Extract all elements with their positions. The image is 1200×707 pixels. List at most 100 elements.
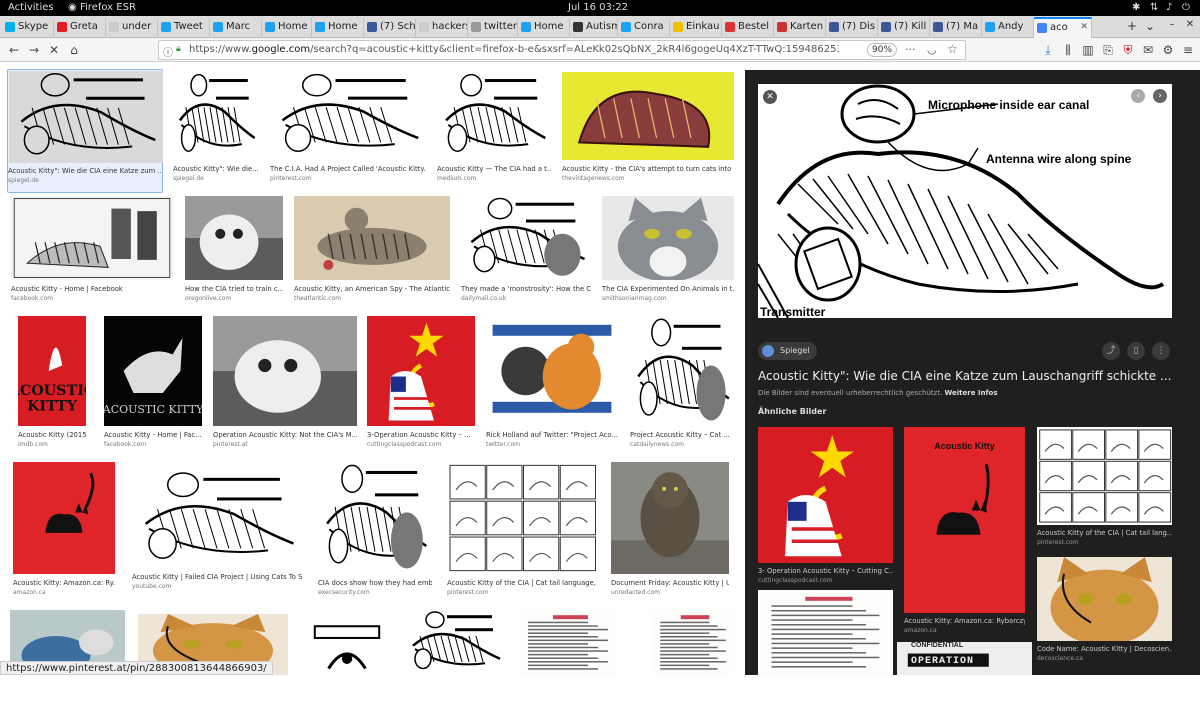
related-image[interactable] bbox=[758, 590, 893, 675]
result-thumbnail[interactable] bbox=[518, 610, 618, 675]
result-title[interactable]: Acoustic Kitty: Amazon.ca: Ry... bbox=[13, 579, 115, 587]
image-result[interactable]: The CIA Experimented On Animals in t... s… bbox=[602, 196, 734, 312]
tab-15[interactable]: Bestel bbox=[722, 18, 774, 37]
related-title[interactable]: Acoustic Kitty: Amazon.ca: Rybarczyk, ..… bbox=[904, 617, 1025, 625]
result-title[interactable]: Acoustic Kitty - Home | Fac... bbox=[104, 431, 202, 439]
network-icon[interactable]: ⇅ bbox=[1150, 2, 1158, 13]
related-image[interactable]: Acoustic Kitty bbox=[904, 427, 1025, 613]
tab-2[interactable]: Greta bbox=[54, 18, 106, 37]
tab-7[interactable]: Home bbox=[312, 18, 364, 37]
screenshot-icon[interactable]: ⎘ bbox=[1100, 42, 1116, 58]
library-icon[interactable]: ⫼ bbox=[1060, 42, 1076, 58]
activities-button[interactable]: Activities bbox=[8, 2, 54, 13]
image-result[interactable]: 3-Operation Acoustic Kitty – ... cuttingc… bbox=[367, 316, 475, 458]
result-title[interactable]: Acoustic Kitty, an American Spy - The At… bbox=[294, 285, 450, 293]
new-tab-icon[interactable]: + bbox=[1124, 19, 1140, 33]
image-result[interactable]: Acoustic Kitty: Amazon.ca: Ry... amazon.c… bbox=[13, 462, 115, 606]
result-thumbnail[interactable] bbox=[11, 196, 173, 280]
preview-title[interactable]: Acoustic Kitty": Wie die CIA eine Katze … bbox=[758, 369, 1171, 383]
pocket-icon[interactable]: ◡ bbox=[927, 43, 937, 56]
result-thumbnail[interactable] bbox=[602, 196, 734, 280]
close-preview-icon[interactable]: ✕ bbox=[763, 90, 777, 104]
tab-12[interactable]: Autism bbox=[570, 18, 618, 37]
stop-icon[interactable]: ✕ bbox=[46, 42, 62, 58]
result-title[interactable]: Acoustic Kitty — The CIA had a t... bbox=[437, 165, 551, 173]
sidebar-icon[interactable]: ▥ bbox=[1080, 42, 1096, 58]
close-tab-icon[interactable]: ✕ bbox=[1080, 22, 1088, 32]
tab-9[interactable]: hackersa bbox=[416, 18, 468, 37]
result-thumbnail[interactable] bbox=[213, 316, 357, 426]
save-bookmark-icon[interactable]: ▯ bbox=[1127, 342, 1145, 360]
result-title[interactable]: Document Friday: Acoustic Kitty | U... bbox=[611, 579, 729, 587]
result-thumbnail[interactable] bbox=[562, 72, 734, 160]
result-title[interactable]: Rick Holland auf Twitter: "Project Aco..… bbox=[486, 431, 618, 439]
tab-5[interactable]: Marc bbox=[210, 18, 262, 37]
result-thumbnail[interactable] bbox=[486, 316, 618, 426]
preview-image[interactable]: Microphone inside ear canal Antenna wire… bbox=[758, 84, 1172, 318]
result-title[interactable]: Acoustic Kitty - Home | Facebook bbox=[11, 285, 173, 293]
result-thumbnail[interactable] bbox=[185, 196, 283, 280]
image-result[interactable]: Acoustic Kitty - Home | Facebook facebook… bbox=[11, 196, 173, 312]
list-tabs-icon[interactable]: ⌄ bbox=[1142, 19, 1158, 33]
image-result[interactable]: The C.I.A. Had A Project Called 'Acousti… bbox=[270, 72, 426, 192]
result-thumbnail[interactable] bbox=[294, 196, 450, 280]
result-title[interactable]: Operation Acoustic Kitty: Not the CIA's … bbox=[213, 431, 357, 439]
result-thumbnail[interactable] bbox=[630, 316, 734, 426]
image-result[interactable]: Acoustic Kitty": Wie die CIA eine Katze … bbox=[7, 69, 163, 193]
result-thumbnail[interactable] bbox=[173, 72, 259, 160]
tab-16[interactable]: Karten bbox=[774, 18, 826, 37]
related-title[interactable]: Code Name: Acoustic Kitty | Decoscien... bbox=[1037, 645, 1172, 653]
result-title[interactable]: The C.I.A. Had A Project Called 'Acousti… bbox=[270, 165, 426, 173]
image-result[interactable] bbox=[10, 610, 125, 707]
image-result[interactable]: Operation Acoustic Kitty: Not the CIA's … bbox=[213, 316, 357, 458]
result-thumbnail[interactable] bbox=[405, 610, 505, 675]
more-info-link[interactable]: Weitere Infos bbox=[945, 389, 998, 397]
image-result[interactable] bbox=[405, 610, 505, 707]
image-result[interactable]: Acoustic Kitty of the CIA | Cat tail lan… bbox=[447, 462, 597, 606]
tab-17[interactable]: (7) Dis bbox=[826, 18, 878, 37]
source-chip[interactable]: Spiegel bbox=[758, 342, 817, 360]
image-result[interactable]: Document Friday: Acoustic Kitty | U... un… bbox=[611, 462, 729, 606]
result-thumbnail[interactable] bbox=[367, 316, 475, 426]
result-title[interactable]: They made a 'monstrosity': How the CI... bbox=[461, 285, 591, 293]
tab-10[interactable]: twitter bbox=[468, 18, 518, 37]
ublock-icon[interactable]: ⛨ bbox=[1120, 42, 1136, 58]
tab-11[interactable]: Home bbox=[518, 18, 570, 37]
result-title[interactable]: 3-Operation Acoustic Kitty – ... bbox=[367, 431, 475, 439]
result-thumbnail[interactable]: ACOUSTIC KITTY bbox=[104, 316, 202, 426]
result-title[interactable]: How the CIA tried to train c... bbox=[185, 285, 283, 293]
related-image[interactable]: CONFIDENTIAL OPERATION bbox=[897, 642, 1032, 675]
accessibility-icon[interactable]: ✱ bbox=[1132, 2, 1140, 13]
result-title[interactable]: The CIA Experimented On Animals in t... bbox=[602, 285, 734, 293]
result-thumbnail[interactable]: ACOUSTICKITTY bbox=[18, 316, 86, 426]
result-title[interactable]: Project Acoustic Kitty – Cat ... bbox=[630, 431, 734, 439]
related-image[interactable] bbox=[1037, 427, 1172, 525]
forward-icon[interactable]: → bbox=[26, 42, 42, 58]
page-actions-icon[interactable]: ··· bbox=[905, 43, 916, 56]
result-thumbnail[interactable] bbox=[447, 462, 597, 574]
image-result[interactable]: ACOUSTICKITTY Acoustic Kitty (2015) - ...… bbox=[18, 316, 86, 458]
tab-13[interactable]: Conra bbox=[618, 18, 670, 37]
result-thumbnail[interactable] bbox=[611, 462, 729, 574]
image-result[interactable]: Project Acoustic Kitty – Cat ... catdaily… bbox=[630, 316, 734, 458]
result-thumbnail[interactable] bbox=[652, 610, 734, 675]
more-options-icon[interactable]: ⋮ bbox=[1152, 342, 1170, 360]
tab-1[interactable]: Skype bbox=[2, 18, 54, 37]
image-result[interactable]: CIA docs show how they had emb... execsec… bbox=[318, 462, 432, 606]
result-thumbnail[interactable] bbox=[301, 610, 393, 675]
bookmark-star-icon[interactable]: ☆ bbox=[947, 42, 958, 56]
image-result[interactable] bbox=[652, 610, 734, 707]
info-icon[interactable]: ⓘ bbox=[163, 44, 173, 59]
result-title[interactable]: Acoustic Kitty | Failed CIA Project | Us… bbox=[132, 573, 302, 581]
image-result[interactable]: They made a 'monstrosity': How the CI...… bbox=[461, 196, 591, 312]
url-text[interactable]: https://www.google.com/search?q=acoustic… bbox=[189, 44, 839, 55]
share-icon[interactable]: ⤴ bbox=[1102, 342, 1120, 360]
result-title[interactable]: Acoustic Kitty": Wie die... bbox=[173, 165, 259, 173]
result-title[interactable]: Acoustic Kitty of the CIA | Cat tail lan… bbox=[447, 579, 597, 587]
previous-image-icon[interactable]: ‹ bbox=[1131, 89, 1145, 103]
result-title[interactable]: Acoustic Kitty (2015) - ... bbox=[18, 431, 86, 439]
back-icon[interactable]: ← bbox=[6, 42, 22, 58]
related-image[interactable] bbox=[1037, 557, 1172, 641]
tab-18[interactable]: (7) Kill bbox=[878, 18, 930, 37]
home-icon[interactable]: ⌂ bbox=[66, 42, 82, 58]
